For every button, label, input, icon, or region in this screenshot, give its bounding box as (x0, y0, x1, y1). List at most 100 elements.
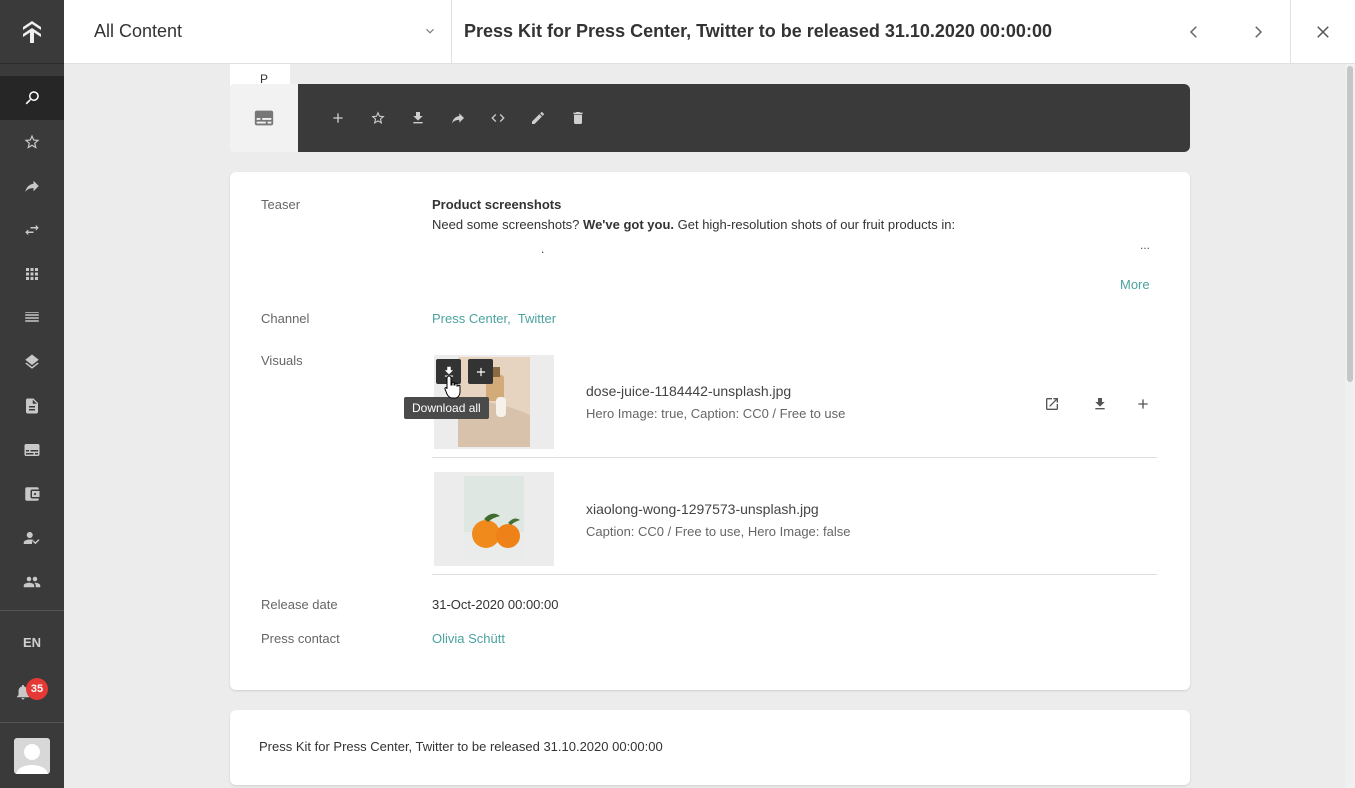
sidebar-item-wallet[interactable] (0, 472, 64, 516)
download-icon (413, 112, 423, 124)
add-button[interactable] (318, 98, 358, 138)
sidebar-item-user-approval[interactable] (0, 516, 64, 560)
release-date-value: 31-Oct-2020 00:00:00 (432, 597, 559, 612)
oranges-image (434, 472, 554, 566)
visual-filename[interactable]: dose-juice-1184442-unsplash.jpg (586, 383, 791, 399)
visual-meta: Caption: CC0 / Free to use, Hero Image: … (586, 524, 851, 539)
code-icon (491, 114, 505, 122)
press-contact-link[interactable]: Olivia Schütt (432, 631, 505, 646)
user-avatar-icon (16, 744, 48, 774)
sidebar-item-transfers[interactable] (0, 208, 64, 252)
sidebar-item-lists[interactable] (0, 296, 64, 340)
next-button[interactable] (1234, 0, 1282, 63)
list-icon (25, 312, 39, 322)
layers-icon (25, 354, 39, 369)
release-date-label: Release date (261, 597, 338, 612)
summary-card: Press Kit for Press Center, Twitter to b… (230, 710, 1190, 785)
visual-meta: Hero Image: true, Caption: CC0 / Free to… (586, 406, 846, 421)
sidebar-item-shared[interactable] (0, 164, 64, 208)
open-external-button[interactable] (1040, 392, 1064, 416)
avatar[interactable] (14, 738, 50, 774)
scrollbar-thumb[interactable] (1347, 66, 1353, 382)
content-scope-value: All Content (94, 21, 183, 41)
sidebar-item-content-cards[interactable] (0, 428, 64, 472)
favorite-button[interactable] (358, 98, 398, 138)
download-all-tooltip: Download all (404, 397, 489, 419)
chevron-left-icon (1189, 25, 1197, 38)
header: All Content Press Kit for Press Center, … (64, 0, 1355, 64)
add-all-button[interactable] (468, 359, 493, 384)
press-contact-value: Olivia Schütt (432, 631, 505, 646)
sidebar-item-apps[interactable] (0, 252, 64, 296)
visual-filename[interactable]: xiaolong-wong-1297573-unsplash.jpg (586, 501, 819, 517)
open-in-new-icon (1046, 398, 1058, 410)
card-icon (254, 110, 274, 126)
channel-link-twitter[interactable]: Twitter (518, 311, 556, 326)
teaser-text: Need some screenshots? We've got you. Ge… (432, 217, 955, 232)
sidebar-divider-bottom (0, 722, 64, 723)
more-link[interactable]: More (1120, 277, 1150, 292)
trash-icon (573, 112, 583, 124)
tab-stub[interactable]: P (230, 64, 290, 86)
channel-list: Press Center, Twitter (432, 311, 556, 326)
teaser-text-bold: We've got you. (583, 217, 675, 232)
star-icon (371, 111, 385, 124)
chevron-right-icon (1255, 25, 1263, 38)
visual-row: xiaolong-wong-1297573-unsplash.jpg Capti… (432, 472, 1157, 575)
visuals-label: Visuals (261, 353, 303, 368)
plus-icon (476, 367, 485, 376)
logo-icon (23, 20, 41, 43)
app-logo[interactable] (0, 0, 64, 64)
channel-label: Channel (261, 311, 310, 326)
download-button[interactable] (398, 98, 438, 138)
sidebar-item-documents[interactable] (0, 384, 64, 428)
press-contact-label: Press contact (261, 631, 340, 646)
teaser-fade-dot: . (541, 242, 545, 256)
detail-card: Teaser Product screenshots Need some scr… (230, 172, 1190, 690)
sidebar-item-layers[interactable] (0, 340, 64, 384)
sidebar-item-users[interactable] (0, 560, 64, 604)
close-icon (1317, 25, 1329, 38)
visual-thumbnail[interactable] (434, 472, 554, 566)
user-check-icon (23, 532, 40, 545)
plus-icon (1138, 399, 1148, 409)
wallet-icon (25, 487, 40, 501)
summary-text: Press Kit for Press Center, Twitter to b… (259, 739, 663, 754)
people-icon (23, 576, 41, 588)
previous-button[interactable] (1170, 0, 1218, 63)
sidebar-nav (0, 76, 64, 604)
teaser-label: Teaser (261, 197, 301, 212)
visual-add-button[interactable] (1131, 392, 1155, 416)
page-scrollbar[interactable] (1345, 64, 1355, 788)
grid-icon (26, 268, 38, 280)
notification-badge: 35 (26, 678, 48, 700)
visual-row: dose-juice-1184442-unsplash.jpg Hero Ima… (432, 355, 1157, 458)
notifications-button[interactable]: 35 (0, 674, 64, 710)
star-icon (24, 134, 40, 149)
visual-download-button[interactable] (1088, 392, 1112, 416)
share-icon (452, 113, 464, 124)
teaser-ellipsis: ... (1140, 238, 1151, 252)
sidebar-divider (0, 610, 64, 611)
sidebar-item-search[interactable] (0, 76, 64, 120)
embed-button[interactable] (478, 98, 518, 138)
teaser-text-before: Need some screenshots? (432, 217, 584, 232)
share-button[interactable] (438, 98, 478, 138)
sidebar-item-favorites[interactable] (0, 120, 64, 164)
chevron-down-icon (426, 28, 434, 34)
channel-link-press-center[interactable]: Press Center, (432, 311, 511, 326)
download-icon (1095, 398, 1105, 410)
item-type-thumbnail (230, 84, 298, 152)
sidebar: EN 35 (0, 0, 64, 788)
share-icon (25, 180, 39, 192)
teaser-heading: Product screenshots (432, 197, 562, 212)
content-scope-select[interactable]: All Content (64, 0, 452, 63)
pencil-icon (532, 112, 544, 124)
close-button[interactable] (1290, 0, 1355, 63)
document-icon (26, 398, 38, 414)
language-switcher[interactable]: EN (0, 626, 64, 658)
delete-button[interactable] (558, 98, 598, 138)
page-title: Press Kit for Press Center, Twitter to b… (464, 21, 1052, 41)
teaser-text-after: Get high-resolution shots of our fruit p… (674, 217, 956, 232)
edit-button[interactable] (518, 98, 558, 138)
